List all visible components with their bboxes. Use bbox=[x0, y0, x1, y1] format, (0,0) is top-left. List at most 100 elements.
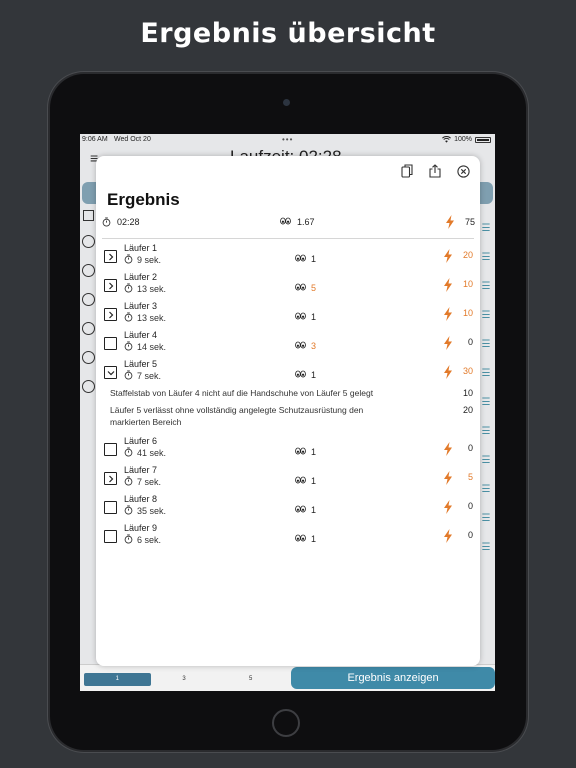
stopwatch-icon bbox=[124, 283, 133, 295]
runner-name: Läufer 4 bbox=[124, 330, 158, 340]
runner-name: Läufer 1 bbox=[124, 243, 158, 253]
runner-name: Läufer 8 bbox=[124, 494, 158, 504]
background-bottom-bar: 1 3 5 Ergebnis anzeigen bbox=[80, 664, 495, 691]
home-button[interactable] bbox=[272, 709, 300, 737]
chevron-box-icon[interactable] bbox=[83, 210, 94, 221]
runner-points: 0 bbox=[467, 337, 473, 347]
status-time: 9:06 AM bbox=[82, 136, 108, 143]
runner-time-value: 7 sek. bbox=[137, 477, 162, 487]
circle-icon[interactable] bbox=[82, 322, 95, 335]
runner-points: 5 bbox=[467, 472, 473, 482]
runner-name: Läufer 3 bbox=[124, 301, 158, 311]
checkbox[interactable] bbox=[104, 530, 117, 543]
slider-icon[interactable]: ☰ bbox=[480, 301, 492, 330]
slider-icon[interactable]: ☰ bbox=[480, 330, 492, 359]
runner-name: Läufer 2 bbox=[124, 272, 158, 282]
expand-toggle[interactable] bbox=[104, 279, 117, 292]
runner-eyes-value: 1 bbox=[311, 254, 317, 264]
lightning-icon bbox=[443, 529, 453, 548]
modal-title: Ergebnis bbox=[107, 190, 180, 209]
multitask-dots[interactable]: ••• bbox=[282, 134, 293, 145]
circle-icon[interactable] bbox=[82, 380, 95, 393]
runner-eyes-value: 1 bbox=[311, 476, 317, 486]
lightning-icon bbox=[443, 500, 453, 519]
copy-icon[interactable] bbox=[400, 164, 414, 178]
circle-icon[interactable] bbox=[82, 351, 95, 364]
slider-icon[interactable]: ☰ bbox=[480, 475, 492, 504]
eyes-icon bbox=[295, 312, 306, 322]
circle-icon[interactable] bbox=[82, 293, 95, 306]
eyes-icon bbox=[295, 505, 306, 515]
slider-icon[interactable]: ☰ bbox=[480, 243, 492, 272]
expand-toggle[interactable] bbox=[104, 308, 117, 321]
wifi-icon bbox=[442, 136, 452, 143]
runner-row: Läufer 2 13 sek. 5 10 bbox=[96, 271, 480, 300]
runner-points: 0 bbox=[467, 443, 473, 453]
runner-points: 20 bbox=[462, 250, 473, 260]
share-icon[interactable] bbox=[428, 164, 442, 178]
segment-5[interactable]: 5 bbox=[217, 673, 284, 686]
close-icon[interactable] bbox=[456, 164, 470, 178]
runner-points: 10 bbox=[462, 308, 473, 318]
runner-time: 14 sek. bbox=[124, 341, 166, 353]
summary-row: 02:28 1.67 75 bbox=[101, 214, 475, 232]
runner-time-value: 35 sek. bbox=[137, 506, 167, 516]
result-modal: Ergebnis 02:28 1.67 75 Läufer 1 9 sek. 1 20… bbox=[96, 156, 480, 666]
segment-1[interactable]: 1 bbox=[84, 673, 151, 686]
lightning-icon bbox=[443, 471, 453, 490]
status-bar: 9:06 AM Wed Oct 20 ••• 100% bbox=[80, 134, 495, 145]
slider-icon[interactable]: ☰ bbox=[480, 214, 492, 243]
eyes-icon bbox=[295, 534, 306, 544]
show-result-button[interactable]: Ergebnis anzeigen bbox=[291, 667, 495, 689]
runner-name: Läufer 9 bbox=[124, 523, 158, 533]
stopwatch-icon bbox=[124, 534, 133, 546]
summary-time: 02:28 bbox=[117, 217, 140, 227]
lightning-icon bbox=[443, 278, 453, 297]
penalty-row: Staffelstab von Läufer 4 nicht auf die H… bbox=[96, 387, 480, 404]
eyes-icon bbox=[295, 254, 306, 264]
runner-points: 0 bbox=[467, 501, 473, 511]
slider-icon[interactable]: ☰ bbox=[480, 272, 492, 301]
eyes-icon bbox=[280, 217, 291, 227]
expand-toggle[interactable] bbox=[104, 250, 117, 263]
runner-eyes: 1 bbox=[295, 254, 316, 264]
battery-percent: 100% bbox=[454, 136, 472, 143]
collapse-toggle[interactable] bbox=[104, 366, 117, 379]
runner-eyes-value: 1 bbox=[311, 505, 317, 515]
modal-toolbar bbox=[400, 164, 470, 178]
segment-3[interactable]: 3 bbox=[151, 673, 218, 686]
checkbox[interactable] bbox=[104, 501, 117, 514]
runner-points: 0 bbox=[467, 530, 473, 540]
penalty-text: Staffelstab von Läufer 4 nicht auf die H… bbox=[110, 388, 374, 398]
background-slider-icons: ☰ ☰ ☰ ☰ ☰ ☰ ☰ ☰ ☰ ☰ ☰ ☰ bbox=[480, 214, 492, 562]
slider-icon[interactable]: ☰ bbox=[480, 359, 492, 388]
lightning-icon bbox=[443, 249, 453, 268]
slider-icon[interactable]: ☰ bbox=[480, 446, 492, 475]
runner-time-value: 13 sek. bbox=[137, 284, 167, 294]
slider-icon[interactable]: ☰ bbox=[480, 504, 492, 533]
runner-time: 7 sek. bbox=[124, 370, 161, 382]
runner-row: Läufer 8 35 sek. 1 0 bbox=[96, 493, 480, 522]
runner-eyes: 1 bbox=[295, 447, 316, 457]
circle-icon[interactable] bbox=[82, 264, 95, 277]
checkbox[interactable] bbox=[104, 443, 117, 456]
background-left-icons bbox=[82, 210, 96, 409]
runner-name: Läufer 7 bbox=[124, 465, 158, 475]
slider-icon[interactable]: ☰ bbox=[480, 388, 492, 417]
runner-eyes: 1 bbox=[295, 534, 316, 544]
runner-eyes-value: 1 bbox=[311, 447, 317, 457]
stopwatch-icon bbox=[102, 217, 111, 229]
runner-eyes: 5 bbox=[295, 283, 316, 293]
stopwatch-icon bbox=[124, 254, 133, 266]
runner-name: Läufer 5 bbox=[124, 359, 158, 369]
penalty-row: Läufer 5 verlässt ohne vollständig angel… bbox=[96, 404, 480, 435]
status-right: 100% bbox=[442, 134, 491, 145]
runner-row: Läufer 4 14 sek. 3 0 bbox=[96, 329, 480, 358]
slider-icon[interactable]: ☰ bbox=[480, 533, 492, 562]
checkbox[interactable] bbox=[104, 337, 117, 350]
stopwatch-icon bbox=[124, 312, 133, 324]
expand-toggle[interactable] bbox=[104, 472, 117, 485]
slider-icon[interactable]: ☰ bbox=[480, 417, 492, 446]
circle-icon[interactable] bbox=[82, 235, 95, 248]
runner-row: Läufer 7 7 sek. 1 5 bbox=[96, 464, 480, 493]
